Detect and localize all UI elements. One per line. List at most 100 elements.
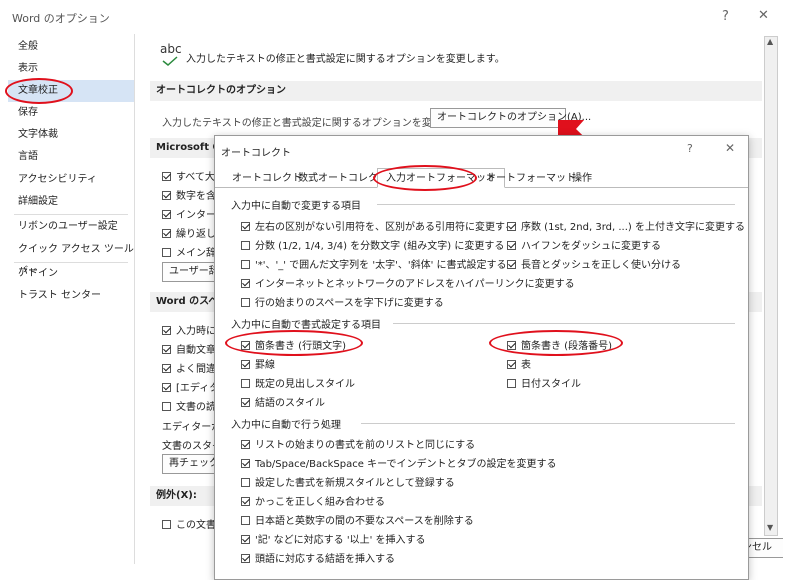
nav-proofing[interactable]: 文章校正 bbox=[8, 80, 134, 102]
checkbox[interactable] bbox=[241, 459, 250, 468]
checkbox[interactable] bbox=[241, 535, 250, 544]
checkbox[interactable] bbox=[241, 398, 250, 407]
check-icon bbox=[162, 56, 178, 66]
nav-advanced[interactable]: 詳細設定 bbox=[8, 191, 134, 213]
replace-option-row[interactable]: 分数 (1/2, 1/4, 3/4) を分数文字 (組み文字) に変更する bbox=[241, 237, 504, 252]
outer-title-bar: Word のオプション ? ✕ bbox=[0, 0, 785, 34]
format-option-row[interactable]: 箇条書き (段落番号) bbox=[507, 337, 612, 352]
checkbox[interactable] bbox=[162, 210, 171, 219]
word-option-row[interactable]: 自動文章 bbox=[162, 341, 216, 356]
nav-trust-center[interactable]: トラスト センター bbox=[8, 285, 134, 307]
nav-save[interactable]: 保存 bbox=[8, 102, 134, 124]
proofing-intro: 入力したテキストの修正と書式設定に関するオプションを変更します。 bbox=[186, 54, 505, 65]
checkbox[interactable] bbox=[241, 222, 250, 231]
group-replace-label: 入力中に自動で変更する項目 bbox=[231, 201, 361, 212]
checkbox[interactable] bbox=[507, 341, 516, 350]
format-option-row[interactable]: 既定の見出しスタイル bbox=[241, 375, 355, 390]
nav-quick-access[interactable]: クイック アクセス ツール バー bbox=[8, 239, 134, 277]
nav-typography[interactable]: 文字体裁 bbox=[8, 124, 134, 146]
checkbox[interactable] bbox=[162, 172, 171, 181]
auto-action-row[interactable]: リストの始まりの書式を前のリストと同じにする bbox=[241, 436, 475, 451]
outer-close-button[interactable]: ✕ bbox=[758, 8, 769, 23]
auto-action-row[interactable]: Tab/Space/BackSpace キーでインデントとタブの設定を変更する bbox=[241, 455, 556, 470]
checkbox[interactable] bbox=[507, 222, 516, 231]
group-rule bbox=[393, 323, 735, 324]
dialog-close-button[interactable]: ✕ bbox=[725, 141, 735, 155]
nav-divider bbox=[14, 214, 128, 215]
checkbox[interactable] bbox=[241, 440, 250, 449]
checkbox[interactable] bbox=[241, 554, 250, 563]
checkbox[interactable] bbox=[241, 241, 250, 250]
checkbox[interactable] bbox=[162, 402, 171, 411]
nav-display[interactable]: 表示 bbox=[8, 58, 134, 80]
autocorrect-dialog: オートコレクト ? ✕ オートコレクト 数式オートコレクト 入力オートフォーマッ… bbox=[214, 135, 749, 580]
office-option-row[interactable]: 数字を含 bbox=[162, 187, 216, 202]
format-option-row[interactable]: 表 bbox=[507, 356, 531, 371]
auto-action-row[interactable]: '記' などに対応する '以上' を挿入する bbox=[241, 531, 426, 546]
checkbox[interactable] bbox=[162, 383, 171, 392]
checkbox[interactable] bbox=[162, 345, 171, 354]
format-option-row[interactable]: 箇条書き (行頭文字) bbox=[241, 337, 346, 352]
checkbox[interactable] bbox=[507, 379, 516, 388]
replace-option-row[interactable]: 長音とダッシュを正しく使い分ける bbox=[507, 256, 681, 271]
checkbox[interactable] bbox=[241, 497, 250, 506]
checkbox[interactable] bbox=[241, 298, 250, 307]
group-apply-label: 入力中に自動で書式設定する項目 bbox=[231, 320, 381, 331]
nav-language[interactable]: 言語 bbox=[8, 146, 134, 168]
checkbox[interactable] bbox=[507, 241, 516, 250]
word-option-row[interactable]: 文書の読 bbox=[162, 398, 216, 413]
dialog-help-button[interactable]: ? bbox=[687, 142, 693, 155]
checkbox[interactable] bbox=[162, 229, 171, 238]
checkbox[interactable] bbox=[241, 279, 250, 288]
group-rule bbox=[361, 423, 735, 424]
checkbox[interactable] bbox=[241, 341, 250, 350]
auto-action-row[interactable]: 設定した書式を新規スタイルとして登録する bbox=[241, 474, 455, 489]
checkbox[interactable] bbox=[241, 516, 250, 525]
nav-accessibility[interactable]: アクセシビリティ bbox=[8, 169, 134, 191]
abc-icon: abc bbox=[160, 42, 182, 56]
replace-option-row[interactable]: インターネットとネットワークのアドレスをハイパーリンクに変更する bbox=[241, 275, 575, 290]
nav-addins[interactable]: アドイン bbox=[8, 263, 134, 285]
checkbox[interactable] bbox=[507, 260, 516, 269]
scroll-up-icon[interactable]: ▲ bbox=[767, 37, 773, 46]
outer-help-button[interactable]: ? bbox=[722, 9, 729, 24]
checkbox[interactable] bbox=[241, 379, 250, 388]
outer-window-title: Word のオプション bbox=[12, 12, 110, 25]
office-option-row[interactable]: 繰り返し bbox=[162, 225, 216, 240]
scroll-down-icon[interactable]: ▼ bbox=[767, 523, 773, 532]
format-option-row[interactable]: 罫線 bbox=[241, 356, 275, 371]
checkbox[interactable] bbox=[162, 248, 171, 257]
exceptions-label: 例外(X): bbox=[156, 490, 197, 501]
checkbox[interactable] bbox=[162, 364, 171, 373]
recheck-button[interactable]: 再チェック(K bbox=[162, 454, 220, 474]
format-option-row[interactable]: 結語のスタイル bbox=[241, 394, 325, 409]
user-dictionary-button[interactable]: ユーザー辞書 bbox=[162, 262, 220, 282]
replace-option-row[interactable]: '*'、'_' で囲んだ文字列を '太字'、'斜体' に書式設定する bbox=[241, 256, 507, 271]
checkbox[interactable] bbox=[162, 191, 171, 200]
checkbox[interactable] bbox=[241, 360, 250, 369]
checkbox[interactable] bbox=[507, 360, 516, 369]
nav-general[interactable]: 全般 bbox=[8, 36, 134, 58]
auto-action-row[interactable]: 頭語に対応する結語を挿入する bbox=[241, 550, 395, 565]
replace-option-row[interactable]: 行の始まりのスペースを字下げに変更する bbox=[241, 294, 444, 309]
outer-scrollbar[interactable]: ▲ ▼ bbox=[764, 36, 778, 536]
options-sidebar: 全般 表示 文章校正 保存 文字体裁 言語 アクセシビリティ 詳細設定 リボンの… bbox=[8, 34, 135, 564]
replace-option-row[interactable]: 序数 (1st, 2nd, 3rd, ...) を上付き文字に変更する bbox=[507, 218, 745, 233]
dialog-title: オートコレクト bbox=[221, 148, 291, 159]
checkbox[interactable] bbox=[162, 520, 171, 529]
autocorrect-options-button[interactable]: オートコレクトのオプション(A)... bbox=[430, 108, 591, 128]
checkbox[interactable] bbox=[241, 478, 250, 487]
checkbox[interactable] bbox=[241, 260, 250, 269]
word-option-row[interactable]: 入力時に bbox=[162, 322, 216, 337]
checkbox[interactable] bbox=[162, 326, 171, 335]
tab-actions[interactable]: 操作 bbox=[563, 168, 601, 188]
section-autocorrect: オートコレクトのオプション bbox=[150, 81, 762, 101]
group-rule bbox=[377, 204, 735, 205]
group-automatic-label: 入力中に自動で行う処理 bbox=[231, 420, 341, 431]
auto-action-row[interactable]: 日本語と英数字の間の不要なスペースを削除する bbox=[241, 512, 474, 527]
nav-ribbon[interactable]: リボンのユーザー設定 bbox=[8, 216, 134, 238]
replace-option-row[interactable]: ハイフンをダッシュに変更する bbox=[507, 237, 661, 252]
format-option-row[interactable]: 日付スタイル bbox=[507, 375, 581, 390]
replace-option-row[interactable]: 左右の区別がない引用符を、区別がある引用符に変更する bbox=[241, 218, 515, 233]
auto-action-row[interactable]: かっこを正しく組み合わせる bbox=[241, 493, 385, 508]
